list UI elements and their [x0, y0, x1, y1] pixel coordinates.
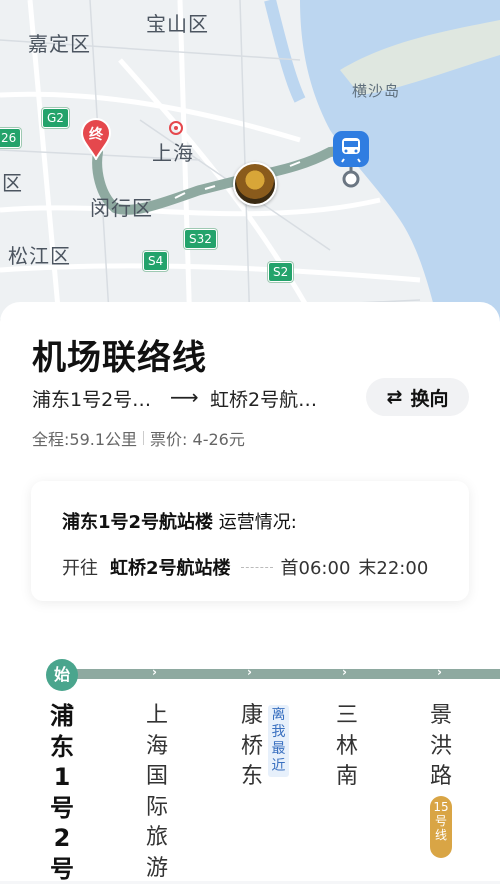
status-label: 运营情况: [218, 512, 297, 533]
map-label-jiading: 嘉定区 [28, 32, 91, 56]
station-kangqiao-east[interactable]: 康桥东 [238, 701, 266, 793]
road-shield-26: 26 [0, 128, 22, 148]
start-badge: 始 [46, 659, 78, 691]
end-marker-label: 终 [89, 127, 103, 143]
dotted-divider [240, 566, 273, 568]
nearest-station-tag: 离我最近 [268, 705, 289, 777]
track-arrow-icon: › [437, 665, 442, 679]
transfer-line-badge: 15号线 [430, 796, 452, 858]
switch-direction-label: 换向 [410, 387, 449, 410]
map-label-district: 区 [2, 171, 23, 195]
line-track [70, 669, 500, 679]
end-marker[interactable]: 终 [80, 118, 112, 162]
start-marker[interactable] [331, 131, 371, 189]
map-label-minhang: 闵行区 [90, 196, 153, 220]
direction-row: 开往 虹桥2号航站楼 首06:00 末22:00 [62, 554, 428, 580]
road-shield-s32: S32 [184, 229, 217, 249]
user-avatar[interactable] [233, 162, 277, 206]
destination-station: 虹桥2号航… [210, 389, 318, 411]
direction-arrow-icon: ⟶ [170, 385, 199, 409]
track-arrow-icon: › [342, 665, 347, 679]
station-current[interactable]: 浦东1号2号 [48, 701, 76, 884]
route-map[interactable]: 宝山区 嘉定区 横沙岛 上海 闵行区 松江区 区 G2 S32 S4 S2 26… [0, 0, 500, 330]
toward-label: 开往 [62, 558, 98, 579]
station-jinghong-road[interactable]: 景洪路 [427, 701, 455, 793]
map-label-baoshan: 宝山区 [146, 12, 209, 36]
switch-direction-button[interactable]: ⇄ 换向 [366, 378, 469, 416]
origin-station: 浦东1号2号… [32, 389, 152, 411]
total-distance: 全程:59.1公里 [32, 430, 138, 449]
line-title: 机场联络线 [32, 338, 207, 378]
first-train-time: 首06:00 [280, 558, 351, 579]
swap-icon: ⇄ [386, 386, 403, 408]
track-arrow-icon: › [247, 665, 252, 679]
road-shield-g2: G2 [42, 108, 69, 128]
last-train-time: 末22:00 [358, 558, 429, 579]
route-meta: 全程:59.1公里 票价: 4-26元 [32, 426, 245, 450]
station-sanlin-south[interactable]: 三林南 [333, 701, 361, 793]
operation-status-card: 浦东1号2号航站楼 运营情况: 开往 虹桥2号航站楼 首06:00 末22:00 [31, 481, 469, 601]
meta-divider [143, 431, 145, 445]
road-shield-s2: S2 [268, 262, 294, 282]
track-arrow-icon: › [152, 665, 157, 679]
station-shanghai-international-resort[interactable]: 上海国际旅游 [143, 701, 171, 884]
map-label-songjiang: 松江区 [8, 244, 71, 268]
road-shield-s4: S4 [143, 251, 169, 271]
status-heading: 浦东1号2号航站楼 运营情况: [62, 508, 297, 534]
train-pin-icon [333, 131, 369, 188]
toward-destination: 虹桥2号航站楼 [110, 558, 231, 579]
status-station: 浦东1号2号航站楼 [62, 512, 214, 533]
map-label-hengsha: 横沙岛 [352, 82, 401, 100]
fare-range: 票价: 4-26元 [150, 430, 245, 449]
map-label-shanghai: 上海 [152, 141, 194, 165]
